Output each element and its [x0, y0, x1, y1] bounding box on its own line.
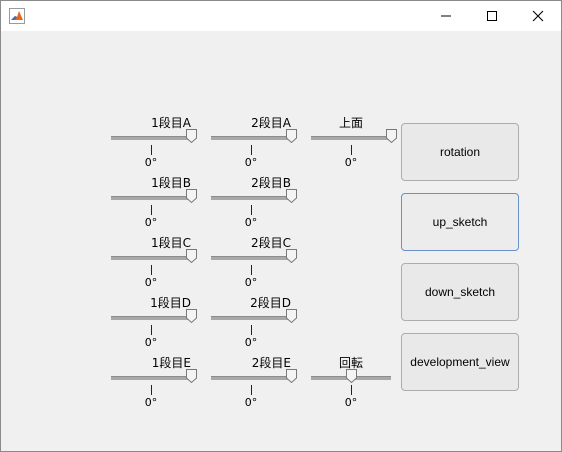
- slider-tick: [251, 145, 252, 155]
- slider-thumb[interactable]: [186, 309, 197, 323]
- slider-label: 1段目A: [151, 116, 191, 130]
- close-button[interactable]: [515, 1, 561, 31]
- minimize-button[interactable]: [423, 1, 469, 31]
- title-bar: [1, 1, 561, 31]
- slider-label: 2段目D: [250, 296, 291, 310]
- slider-group-1-d: 1段目D 0°: [111, 296, 197, 356]
- down-sketch-button[interactable]: down_sketch: [401, 263, 519, 321]
- slider-track[interactable]: [211, 196, 291, 200]
- slider-label: 1段目D: [150, 296, 191, 310]
- slider-value: 0°: [144, 156, 158, 169]
- slider-thumb[interactable]: [286, 309, 297, 323]
- slider-tick: [251, 385, 252, 395]
- slider-value: 0°: [244, 396, 258, 409]
- slider-value: 0°: [144, 216, 158, 229]
- up-sketch-button[interactable]: up_sketch: [401, 193, 519, 251]
- slider-group-top: 上面 0°: [311, 116, 397, 176]
- slider-track[interactable]: [111, 136, 191, 140]
- slider-label: 2段目C: [250, 236, 291, 250]
- slider-value: 0°: [144, 276, 158, 289]
- slider-thumb[interactable]: [186, 369, 197, 383]
- slider-value: 0°: [244, 336, 258, 349]
- figure-panel: 1段目A 0° 2段目A 0° 上面 0° 1段目B 0° 2段目B 0° 1段…: [1, 31, 561, 451]
- slider-track[interactable]: [311, 136, 391, 140]
- slider-group-2-a: 2段目A 0°: [211, 116, 297, 176]
- slider-tick: [351, 145, 352, 155]
- app-window: 1段目A 0° 2段目A 0° 上面 0° 1段目B 0° 2段目B 0° 1段…: [0, 0, 562, 452]
- slider-thumb[interactable]: [186, 129, 197, 143]
- minimize-icon: [441, 15, 451, 17]
- slider-label: 2段目B: [251, 176, 291, 190]
- slider-thumb[interactable]: [286, 129, 297, 143]
- slider-label: 2段目A: [251, 116, 291, 130]
- slider-label: 回転: [338, 356, 363, 370]
- slider-group-1-b: 1段目B 0°: [111, 176, 197, 236]
- slider-tick: [151, 325, 152, 335]
- slider-value: 0°: [144, 336, 158, 349]
- slider-track[interactable]: [111, 256, 191, 260]
- slider-track[interactable]: [111, 316, 191, 320]
- slider-tick: [251, 205, 252, 215]
- slider-group-1-c: 1段目C 0°: [111, 236, 197, 296]
- slider-track[interactable]: [211, 256, 291, 260]
- slider-track[interactable]: [211, 376, 291, 380]
- slider-group-2-b: 2段目B 0°: [211, 176, 297, 236]
- slider-track[interactable]: [211, 136, 291, 140]
- slider-thumb[interactable]: [186, 249, 197, 263]
- slider-label: 1段目C: [150, 236, 191, 250]
- slider-track[interactable]: [111, 376, 191, 380]
- slider-tick: [151, 385, 152, 395]
- slider-thumb[interactable]: [386, 129, 397, 143]
- close-icon: [532, 10, 544, 22]
- maximize-icon: [487, 11, 497, 21]
- slider-value: 0°: [244, 216, 258, 229]
- slider-thumb[interactable]: [346, 369, 357, 383]
- slider-tick: [151, 145, 152, 155]
- slider-label: 1段目E: [151, 356, 191, 370]
- slider-label: 1段目B: [151, 176, 191, 190]
- slider-group-1-e: 1段目E 0°: [111, 356, 197, 416]
- slider-tick: [151, 265, 152, 275]
- slider-group-1-a: 1段目A 0°: [111, 116, 197, 176]
- slider-label: 2段目E: [251, 356, 291, 370]
- slider-thumb[interactable]: [186, 189, 197, 203]
- slider-group-2-c: 2段目C 0°: [211, 236, 297, 296]
- slider-group-rotation: 回転 0°: [311, 356, 397, 416]
- slider-value: 0°: [344, 156, 358, 169]
- slider-thumb[interactable]: [286, 249, 297, 263]
- slider-group-2-d: 2段目D 0°: [211, 296, 297, 356]
- slider-group-2-e: 2段目E 0°: [211, 356, 297, 416]
- slider-value: 0°: [344, 396, 358, 409]
- maximize-button[interactable]: [469, 1, 515, 31]
- development-view-button[interactable]: development_view: [401, 333, 519, 391]
- slider-thumb[interactable]: [286, 369, 297, 383]
- slider-track[interactable]: [211, 316, 291, 320]
- slider-thumb[interactable]: [286, 189, 297, 203]
- slider-track[interactable]: [111, 196, 191, 200]
- slider-value: 0°: [244, 156, 258, 169]
- slider-tick: [351, 385, 352, 395]
- matlab-icon: [9, 8, 25, 24]
- slider-tick: [251, 325, 252, 335]
- slider-value: 0°: [244, 276, 258, 289]
- rotation-button[interactable]: rotation: [401, 123, 519, 181]
- slider-tick: [151, 205, 152, 215]
- slider-value: 0°: [144, 396, 158, 409]
- slider-tick: [251, 265, 252, 275]
- slider-label: 上面: [338, 116, 363, 130]
